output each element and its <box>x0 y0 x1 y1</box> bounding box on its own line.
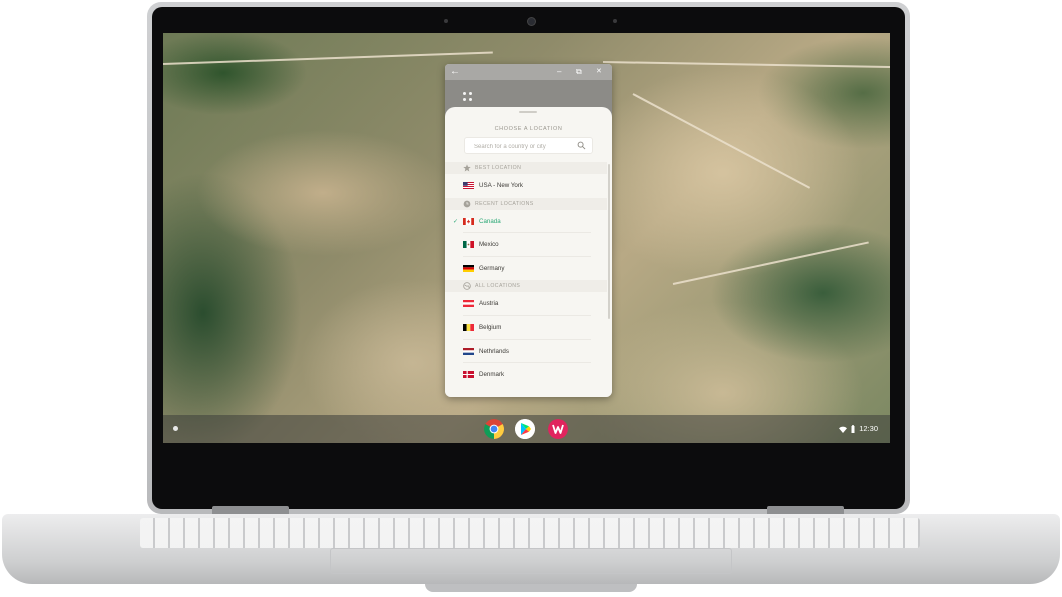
location-name: Germany <box>479 264 505 272</box>
globe-icon <box>463 282 471 291</box>
flag-mexico-icon <box>463 241 474 249</box>
close-button[interactable]: ✕ <box>596 65 602 79</box>
sheet-drag-handle[interactable] <box>519 111 537 113</box>
location-name: Nethrlands <box>479 347 509 355</box>
flag-germany-icon <box>463 264 474 272</box>
location-name: USA - New York <box>479 182 524 189</box>
wallpaper-road <box>602 61 890 69</box>
windscribe-icon[interactable] <box>548 419 568 439</box>
location-row[interactable]: Mexico <box>445 233 607 257</box>
location-name: Denmark <box>479 371 505 379</box>
restore-button[interactable]: ⧉ <box>576 65 582 79</box>
battery-icon <box>851 425 855 433</box>
location-row-selected[interactable]: ✓ Canada <box>445 210 607 234</box>
flag-austria-icon <box>463 300 474 308</box>
list-scrollbar[interactable] <box>608 164 610 319</box>
location-row[interactable]: Denmark <box>445 363 607 387</box>
trackpad <box>330 548 732 574</box>
laptop-front-lip <box>425 584 637 592</box>
location-row[interactable]: Germany <box>445 257 607 281</box>
flag-netherlands-icon <box>463 347 474 355</box>
back-arrow-icon[interactable]: ← <box>450 65 460 79</box>
section-recent-locations: RECENT LOCATIONS <box>445 197 607 210</box>
sensor-dot <box>444 19 448 23</box>
clock: 12:30 <box>859 424 878 433</box>
play-store-icon[interactable] <box>515 419 535 439</box>
menu-grid-icon[interactable] <box>463 92 473 102</box>
checkmark-icon: ✓ <box>453 218 459 225</box>
chromeos-shelf: 12:30 <box>163 415 890 443</box>
chrome-icon[interactable] <box>484 419 504 439</box>
location-name: Canada <box>479 217 501 225</box>
status-area[interactable]: 12:30 <box>833 421 884 437</box>
clock-icon <box>463 200 471 207</box>
location-sheet: CHOOSE A LOCATION BEST LOCATION <box>445 107 612 397</box>
location-row[interactable]: Belgium <box>445 316 607 340</box>
search-icon[interactable] <box>577 141 586 150</box>
desktop: ← – ⧉ ✕ CHOOSE A LOCATION Search for a c… <box>163 33 890 443</box>
sensor-dot <box>613 19 617 23</box>
vpn-app-window: ← – ⧉ ✕ CHOOSE A LOCATION Search for a c… <box>445 64 612 397</box>
flag-usa-icon <box>463 182 474 189</box>
location-row[interactable]: Austria <box>445 292 607 316</box>
sheet-title: CHOOSE A LOCATION <box>494 126 563 132</box>
location-name: Austria <box>479 300 499 308</box>
section-all-locations: ALL LOCATIONS <box>445 280 607 293</box>
webcam <box>528 18 535 25</box>
launcher-button[interactable] <box>173 426 178 431</box>
location-list: BEST LOCATION USA - New York RECENT LOCA… <box>445 162 607 387</box>
window-titlebar: ← – ⧉ ✕ <box>445 64 612 80</box>
location-search[interactable] <box>464 137 593 154</box>
wallpaper-road <box>163 51 493 65</box>
laptop-lid: ← – ⧉ ✕ CHOOSE A LOCATION Search for a c… <box>147 2 910 514</box>
wallpaper-road <box>672 241 869 285</box>
location-row[interactable]: Nethrlands <box>445 340 607 364</box>
location-name: Belgium <box>479 323 502 331</box>
location-name: Mexico <box>479 241 499 249</box>
keyboard <box>140 518 920 548</box>
flag-belgium-icon <box>463 323 474 331</box>
wallpaper-road <box>632 93 811 189</box>
flag-canada-icon <box>463 217 474 225</box>
star-icon <box>463 164 471 172</box>
search-input[interactable] <box>472 140 576 154</box>
flag-denmark-icon <box>463 371 474 379</box>
minimize-button[interactable]: – <box>557 65 561 79</box>
wifi-icon <box>839 426 848 433</box>
section-best-location: BEST LOCATION <box>445 162 607 174</box>
location-row[interactable]: USA - New York <box>445 174 607 198</box>
